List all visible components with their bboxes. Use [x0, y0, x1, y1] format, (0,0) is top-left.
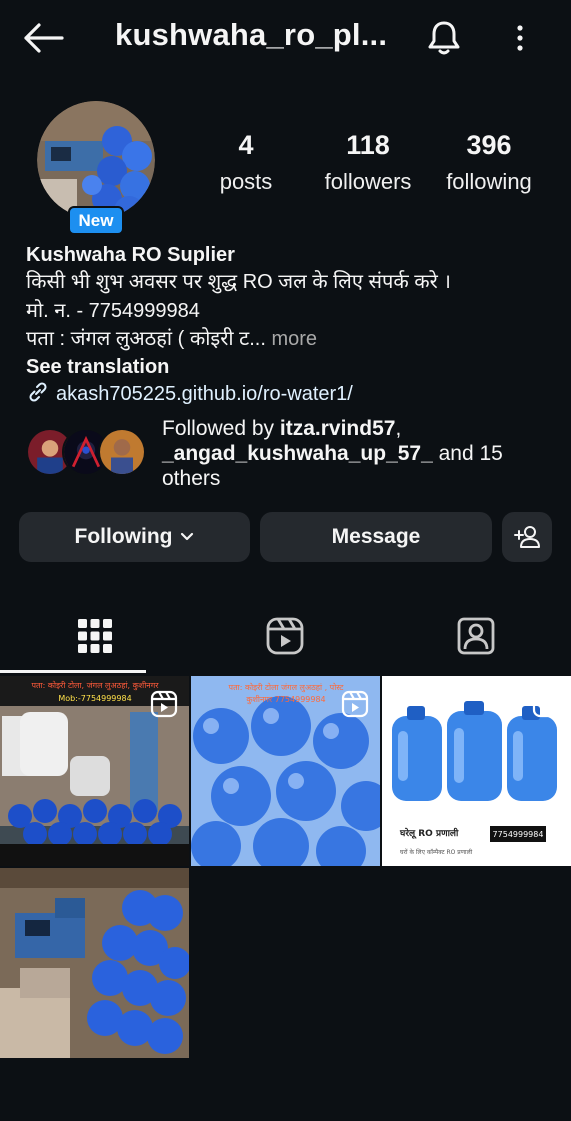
followed-by-text[interactable]: Followed by itza.rvind57, _angad_kushwah… — [162, 416, 542, 491]
reels-tab-icon[interactable] — [265, 616, 305, 656]
post-thumbnail[interactable]: पता: कोइरी टोला जंगल लुअठहां , पोस्ट कुश… — [191, 676, 380, 866]
post-thumbnail[interactable] — [0, 868, 189, 1058]
chevron-down-icon — [181, 532, 194, 541]
mutual-avatar — [98, 428, 146, 476]
bio-line: किसी भी शुभ अवसर पर शुद्ध RO जल के लिए स… — [26, 271, 451, 293]
post-overlay-phone: Mob:-7754999984 — [58, 694, 131, 703]
see-translation-link[interactable]: See translation — [26, 353, 169, 381]
top-bar: kushwaha_ro_pl... — [0, 0, 571, 76]
link-icon — [29, 382, 47, 402]
tagged-tab-icon[interactable] — [456, 616, 496, 656]
post-overlay-text: पता: कोइरी टोला जंगल लुअठहां , पोस्ट — [229, 682, 345, 693]
avatar-photo — [37, 101, 155, 219]
suggested-people-button[interactable] — [502, 512, 552, 562]
back-arrow-icon[interactable] — [22, 22, 64, 54]
website-url: akash705225.github.io/ro-water1/ — [56, 383, 353, 405]
followed-by-user: _angad_kushwaha_up_57_ — [162, 442, 433, 465]
grid-tab-icon[interactable] — [75, 616, 115, 656]
post-image — [0, 868, 189, 1058]
post-thumbnail[interactable]: घरेलू RO प्रणाली 7754999984 घरों के लिए … — [382, 676, 571, 866]
posts-stat[interactable]: 4 posts — [212, 130, 280, 195]
followed-by-user: itza.rvind57 — [279, 417, 396, 440]
followed-by-separator: , — [395, 417, 402, 440]
followers-label: followers — [324, 169, 412, 194]
following-stat[interactable]: 396 following — [438, 130, 540, 195]
active-tab-indicator — [0, 670, 146, 673]
bio-address-text: पता : जंगल लुअठहां ( कोइरी ट... — [26, 328, 266, 350]
notification-bell-icon[interactable] — [424, 18, 464, 58]
bio-phone: मो. न. - 7754999984 — [26, 300, 200, 322]
followed-by-prefix: Followed by — [162, 417, 280, 440]
add-person-icon — [514, 526, 540, 548]
reel-badge-icon — [532, 690, 560, 718]
posts-count: 4 — [238, 130, 254, 160]
message-button[interactable]: Message — [260, 512, 492, 562]
followers-stat[interactable]: 118 followers — [318, 130, 418, 195]
post-overlay-subtitle: घरों के लिए कॉम्पैक्ट RO प्रणाली — [400, 848, 473, 856]
following-button-label: Following — [74, 525, 173, 548]
following-count: 396 — [466, 130, 512, 160]
profile-username: kushwaha_ro_pl... — [115, 17, 388, 52]
profile-avatar[interactable] — [37, 101, 155, 219]
post-overlay-title: घरेलू RO प्रणाली — [399, 827, 459, 839]
mutual-followers-avatars[interactable] — [26, 428, 150, 478]
bio-address: पता : जंगल लुअठहां ( कोइरी ट... more — [26, 325, 317, 353]
more-options-icon[interactable] — [508, 20, 532, 56]
posts-label: posts — [219, 169, 273, 194]
new-badge: New — [68, 206, 124, 235]
profile-display-name: Kushwaha RO Suplier — [26, 244, 235, 266]
profile-tabs — [0, 600, 571, 674]
post-thumbnail[interactable]: पता: कोइरी टोला, जंगल लुअठहां, कुशीनगर M… — [0, 676, 189, 866]
message-button-label: Message — [331, 525, 421, 548]
post-overlay-phone: 7754999984 — [493, 830, 544, 839]
reel-badge-icon — [150, 690, 178, 718]
post-overlay-text: पता: कोइरी टोला, जंगल लुअठहां, कुशीनगर — [32, 680, 160, 691]
profile-website-link[interactable]: akash705225.github.io/ro-water1/ — [26, 380, 353, 406]
bio-more-link[interactable]: more — [271, 328, 317, 350]
following-label: following — [446, 169, 532, 194]
reel-badge-icon — [341, 690, 369, 718]
followers-count: 118 — [346, 130, 390, 160]
following-button[interactable]: Following — [19, 512, 250, 562]
post-overlay-phone: कुशीनगर 7754999984 — [246, 694, 325, 705]
